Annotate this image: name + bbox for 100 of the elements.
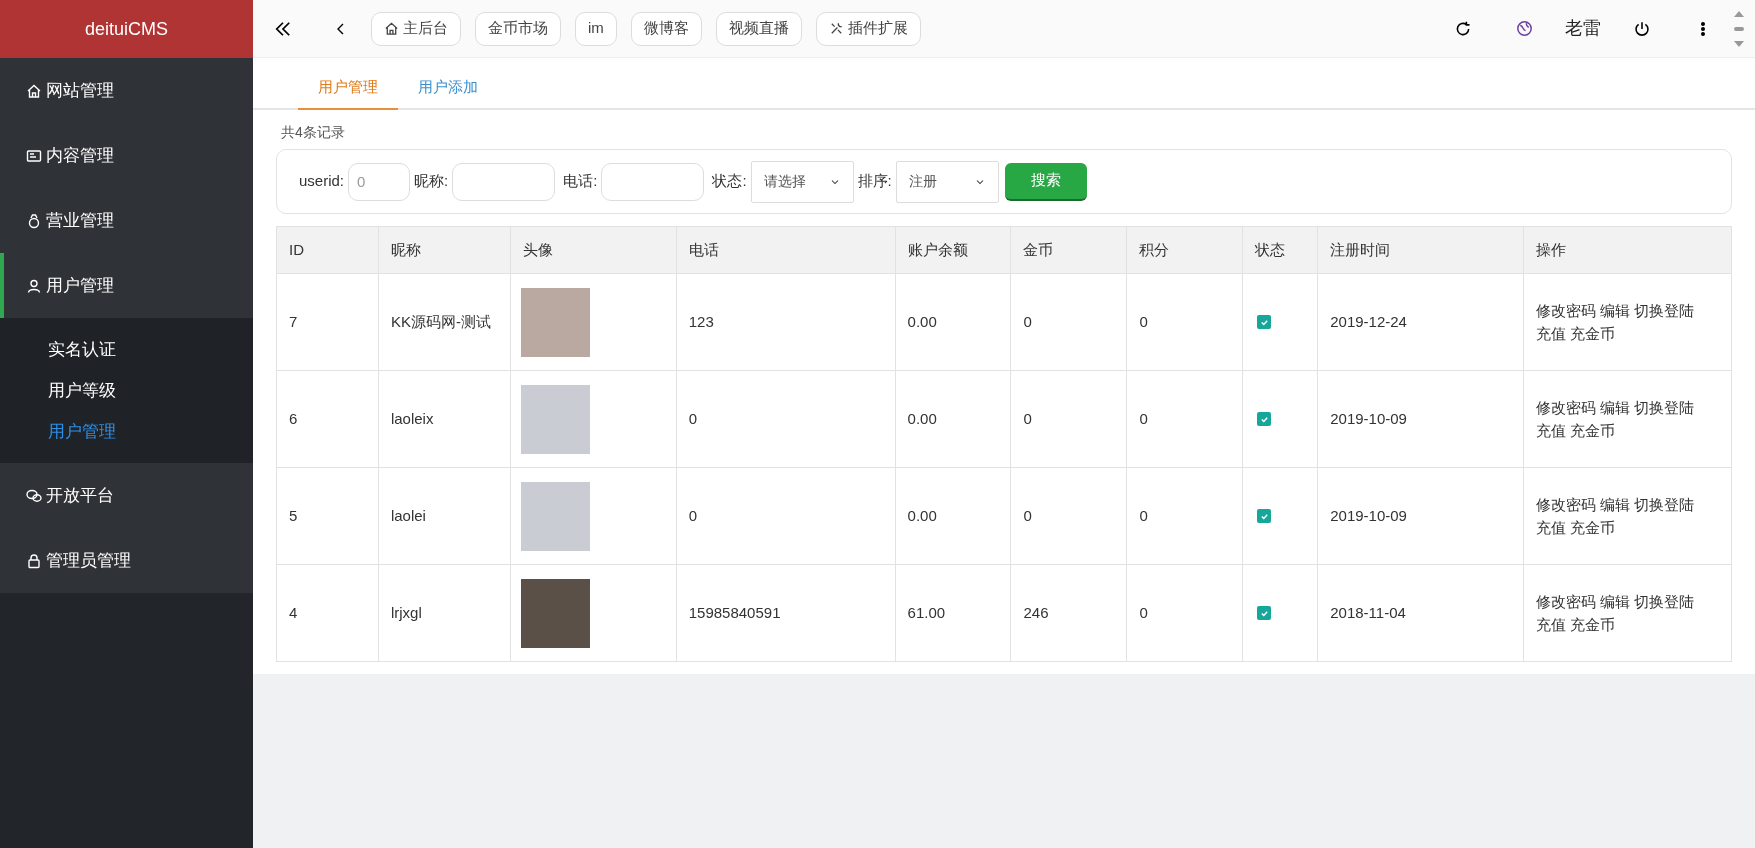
sidebar-item[interactable]: 开放平台 bbox=[0, 463, 253, 528]
table-cell: KK源码网-测试 bbox=[378, 273, 511, 371]
action-link[interactable]: 充金币 bbox=[1570, 422, 1616, 439]
table-cell: 0.00 bbox=[895, 370, 1011, 468]
input-field[interactable]: 0 bbox=[348, 162, 411, 201]
lock-icon bbox=[26, 552, 42, 569]
sidebar-item[interactable]: 用户管理 bbox=[0, 253, 253, 318]
column-header: 积分 bbox=[1126, 226, 1243, 274]
globe-icon bbox=[1516, 20, 1533, 37]
action-link[interactable]: 编辑 bbox=[1600, 496, 1631, 513]
action-link[interactable]: 切换登陆 bbox=[1634, 593, 1695, 610]
avatar-placeholder bbox=[520, 481, 590, 551]
sidebar-item[interactable]: 营业管理 bbox=[0, 188, 253, 253]
table-cell: 2019-10-09 bbox=[1317, 370, 1524, 468]
sidebar-item[interactable]: 网站管理 bbox=[0, 58, 253, 123]
table-cell: 0.00 bbox=[895, 273, 1011, 371]
sidebar-item[interactable]: 管理员管理 bbox=[0, 528, 253, 593]
shortcut-button[interactable]: 主后台 bbox=[371, 11, 461, 46]
column-header: ID bbox=[276, 226, 379, 274]
brand-title: deituiCMS bbox=[0, 0, 253, 58]
action-link[interactable]: 充金币 bbox=[1570, 325, 1616, 342]
action-link[interactable]: 编辑 bbox=[1600, 593, 1631, 610]
table-cell: laoleix bbox=[378, 370, 511, 468]
action-link[interactable]: 充值 bbox=[1536, 519, 1567, 536]
status-checkbox[interactable] bbox=[1257, 412, 1272, 426]
select-field[interactable]: 注册 bbox=[895, 160, 999, 203]
table-cell: 0 bbox=[1126, 273, 1243, 371]
tab[interactable]: 用户添加 bbox=[398, 66, 498, 110]
action-link[interactable]: 编辑 bbox=[1600, 302, 1631, 319]
avatar-placeholder bbox=[520, 287, 590, 357]
column-header: 注册时间 bbox=[1317, 226, 1524, 274]
home-icon bbox=[26, 82, 42, 99]
home-icon bbox=[384, 21, 399, 36]
column-header: 账户余额 bbox=[895, 226, 1011, 274]
table-cell: 246 bbox=[1011, 564, 1127, 662]
shortcut-button[interactable]: 金币市场 bbox=[475, 11, 561, 46]
column-header: 昵称 bbox=[378, 226, 511, 274]
table-cell: 0 bbox=[1126, 564, 1243, 662]
table-cell: 15985840591 bbox=[676, 564, 896, 662]
chat-icon bbox=[26, 487, 42, 504]
column-header: 操作 bbox=[1523, 226, 1732, 274]
action-link[interactable]: 修改密码 bbox=[1536, 399, 1597, 416]
table-cell: 6 bbox=[276, 370, 379, 468]
table-cell: 0 bbox=[1126, 467, 1243, 565]
table-cell: 0 bbox=[676, 467, 896, 565]
select-field[interactable]: 请选择 bbox=[750, 160, 854, 203]
table-cell: 0 bbox=[1011, 370, 1127, 468]
check-icon bbox=[1259, 511, 1269, 521]
shortcut-button[interactable]: 视频直播 bbox=[715, 11, 802, 46]
input-field[interactable] bbox=[452, 162, 556, 201]
submenu-item[interactable]: 用户等级 bbox=[0, 370, 253, 411]
status-checkbox[interactable] bbox=[1257, 606, 1272, 620]
input-field[interactable] bbox=[601, 162, 705, 201]
submenu-item[interactable]: 用户管理 bbox=[0, 411, 253, 452]
power-icon bbox=[1633, 19, 1651, 38]
user-name[interactable]: 老雷 bbox=[1565, 15, 1601, 42]
avatar-placeholder bbox=[520, 578, 590, 648]
action-link[interactable]: 充金币 bbox=[1570, 519, 1616, 536]
table-cell: 0 bbox=[1011, 273, 1127, 371]
table-cell: 0.00 bbox=[895, 467, 1011, 565]
shortcut-button[interactable]: im bbox=[575, 11, 617, 46]
table-cell: 7 bbox=[276, 273, 379, 371]
card-icon bbox=[26, 147, 42, 164]
action-link[interactable]: 切换登陆 bbox=[1634, 496, 1695, 513]
status-checkbox[interactable] bbox=[1257, 315, 1272, 329]
action-link[interactable]: 充值 bbox=[1536, 422, 1567, 439]
action-link[interactable]: 充金币 bbox=[1570, 616, 1616, 633]
table-cell: 0 bbox=[1126, 370, 1243, 468]
action-link[interactable]: 编辑 bbox=[1600, 399, 1631, 416]
sidebar-item[interactable]: 内容管理 bbox=[0, 123, 253, 188]
record-count: 共4条记录 bbox=[281, 124, 345, 140]
shortcut-button[interactable]: 插件扩展 bbox=[815, 11, 921, 46]
table-cell: 4 bbox=[276, 564, 379, 662]
table-cell: 0 bbox=[1011, 467, 1127, 565]
table-cell: 2019-10-09 bbox=[1317, 467, 1524, 565]
status-checkbox[interactable] bbox=[1257, 509, 1272, 523]
column-header: 状态 bbox=[1242, 226, 1318, 274]
bag-icon bbox=[26, 212, 42, 229]
check-icon bbox=[1259, 317, 1269, 327]
table-cell: laolei bbox=[378, 467, 511, 565]
table-cell: 5 bbox=[276, 467, 379, 565]
action-link[interactable]: 切换登陆 bbox=[1634, 302, 1695, 319]
column-header: 电话 bbox=[676, 226, 896, 274]
action-link[interactable]: 修改密码 bbox=[1536, 593, 1597, 610]
table-cell: 2019-12-24 bbox=[1317, 273, 1524, 371]
check-icon bbox=[1259, 414, 1269, 424]
table-cell: 61.00 bbox=[895, 564, 1011, 662]
action-link[interactable]: 修改密码 bbox=[1536, 302, 1597, 319]
submenu-item[interactable]: 实名认证 bbox=[0, 329, 253, 370]
filter-label: 昵称: bbox=[414, 171, 449, 192]
table-cell: 123 bbox=[676, 273, 896, 371]
column-header: 金币 bbox=[1011, 226, 1127, 274]
table-cell: lrjxgl bbox=[378, 564, 511, 662]
table-cell: 2018-11-04 bbox=[1317, 564, 1524, 662]
action-link[interactable]: 修改密码 bbox=[1536, 496, 1597, 513]
action-link[interactable]: 充值 bbox=[1536, 616, 1567, 633]
avatar-placeholder bbox=[520, 384, 590, 454]
shortcut-button[interactable]: 微博客 bbox=[630, 11, 702, 46]
action-link[interactable]: 切换登陆 bbox=[1634, 399, 1695, 416]
action-link[interactable]: 充值 bbox=[1536, 325, 1567, 342]
